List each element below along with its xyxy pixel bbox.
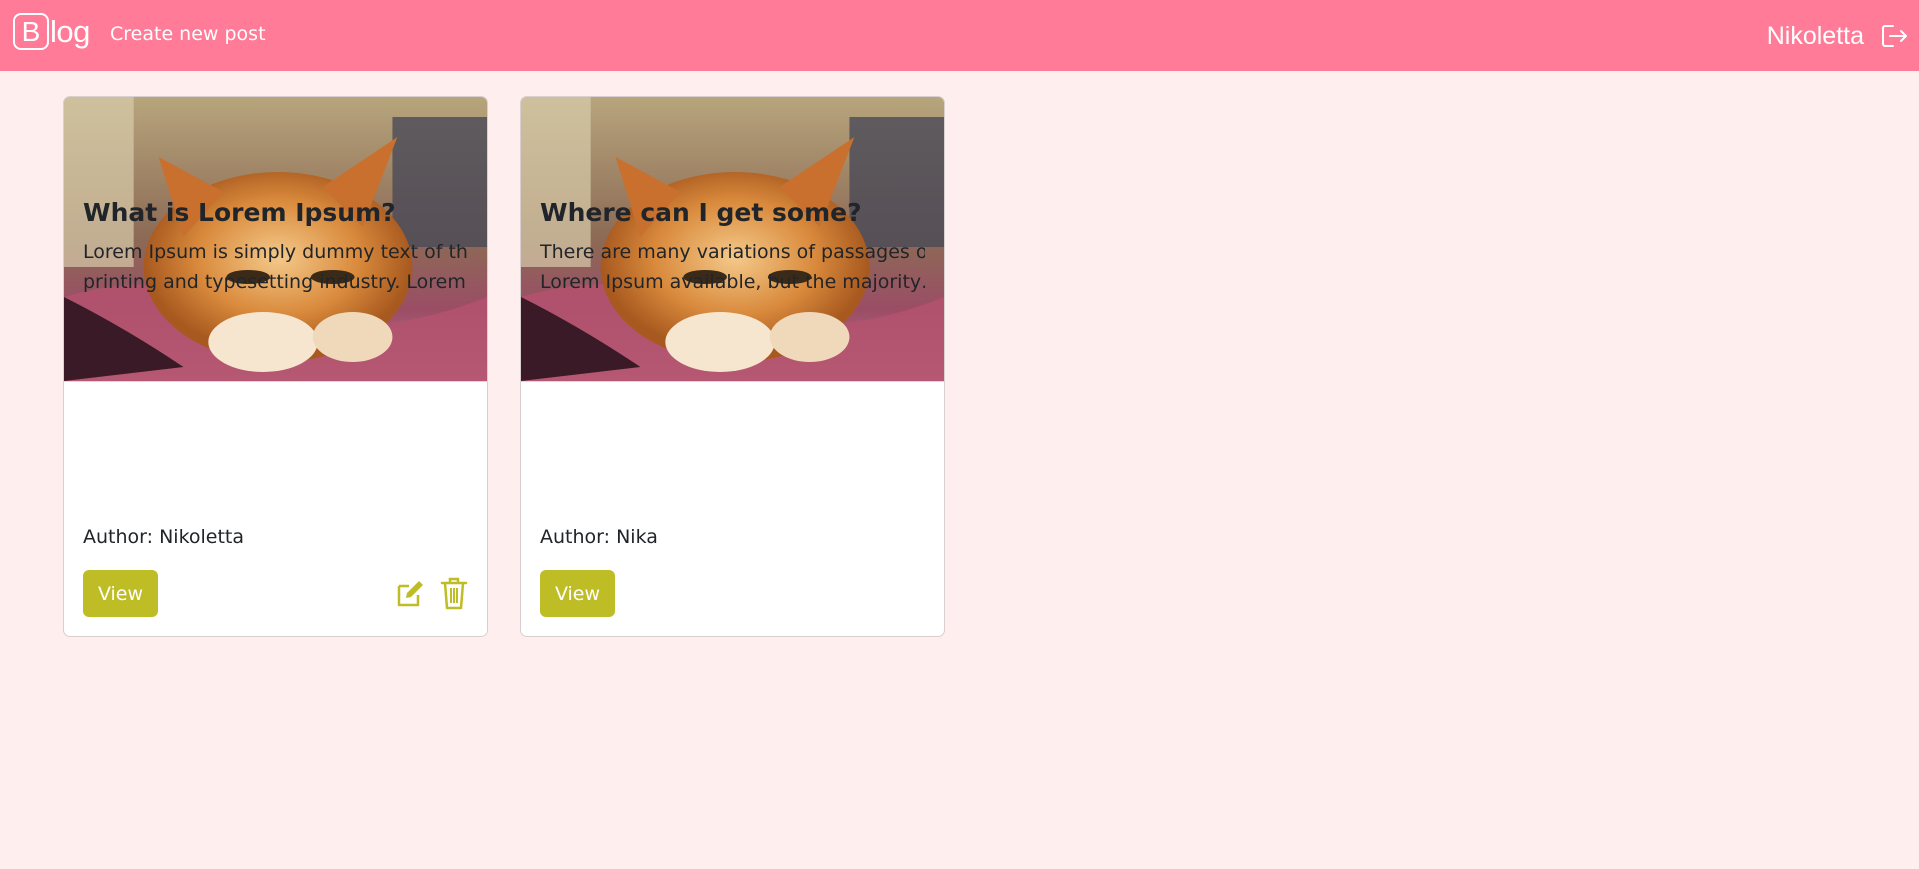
- post-excerpt: Lorem Ipsum is simply dummy text of the …: [83, 237, 468, 297]
- post-title: Where can I get some?: [540, 198, 862, 227]
- logout-icon[interactable]: [1881, 23, 1909, 49]
- username-label: Nikoletta: [1766, 22, 1864, 50]
- brand-logo[interactable]: B log: [13, 13, 90, 50]
- post-title: What is Lorem Ipsum?: [83, 198, 396, 227]
- brand-logo-text: log: [50, 14, 90, 49]
- post-author: Author: Nikoletta: [83, 526, 245, 548]
- post-card: What is Lorem Ipsum? Lorem Ipsum is simp…: [63, 96, 488, 637]
- post-author: Author: Nika: [540, 526, 658, 548]
- post-excerpt-line: There are many variations of passages of: [540, 241, 925, 263]
- post-excerpt-line: Lorem Ipsum is simply dummy text of the: [83, 241, 468, 263]
- top-navbar: B log Create new post Nikoletta: [0, 0, 1919, 71]
- post-excerpt: There are many variations of passages of…: [540, 237, 925, 297]
- post-excerpt-line: Lorem Ipsum available, but the majority…: [540, 271, 925, 293]
- create-new-post-link[interactable]: Create new post: [110, 23, 266, 45]
- brand-logo-letter: B: [13, 13, 49, 50]
- view-post-button[interactable]: View: [540, 570, 615, 617]
- edit-icon[interactable]: [394, 578, 426, 610]
- trash-icon[interactable]: [439, 576, 469, 610]
- post-excerpt-line: printing and typesetting industry. Lorem…: [83, 271, 468, 293]
- view-post-button[interactable]: View: [83, 570, 158, 617]
- post-card: Where can I get some? There are many var…: [520, 96, 945, 637]
